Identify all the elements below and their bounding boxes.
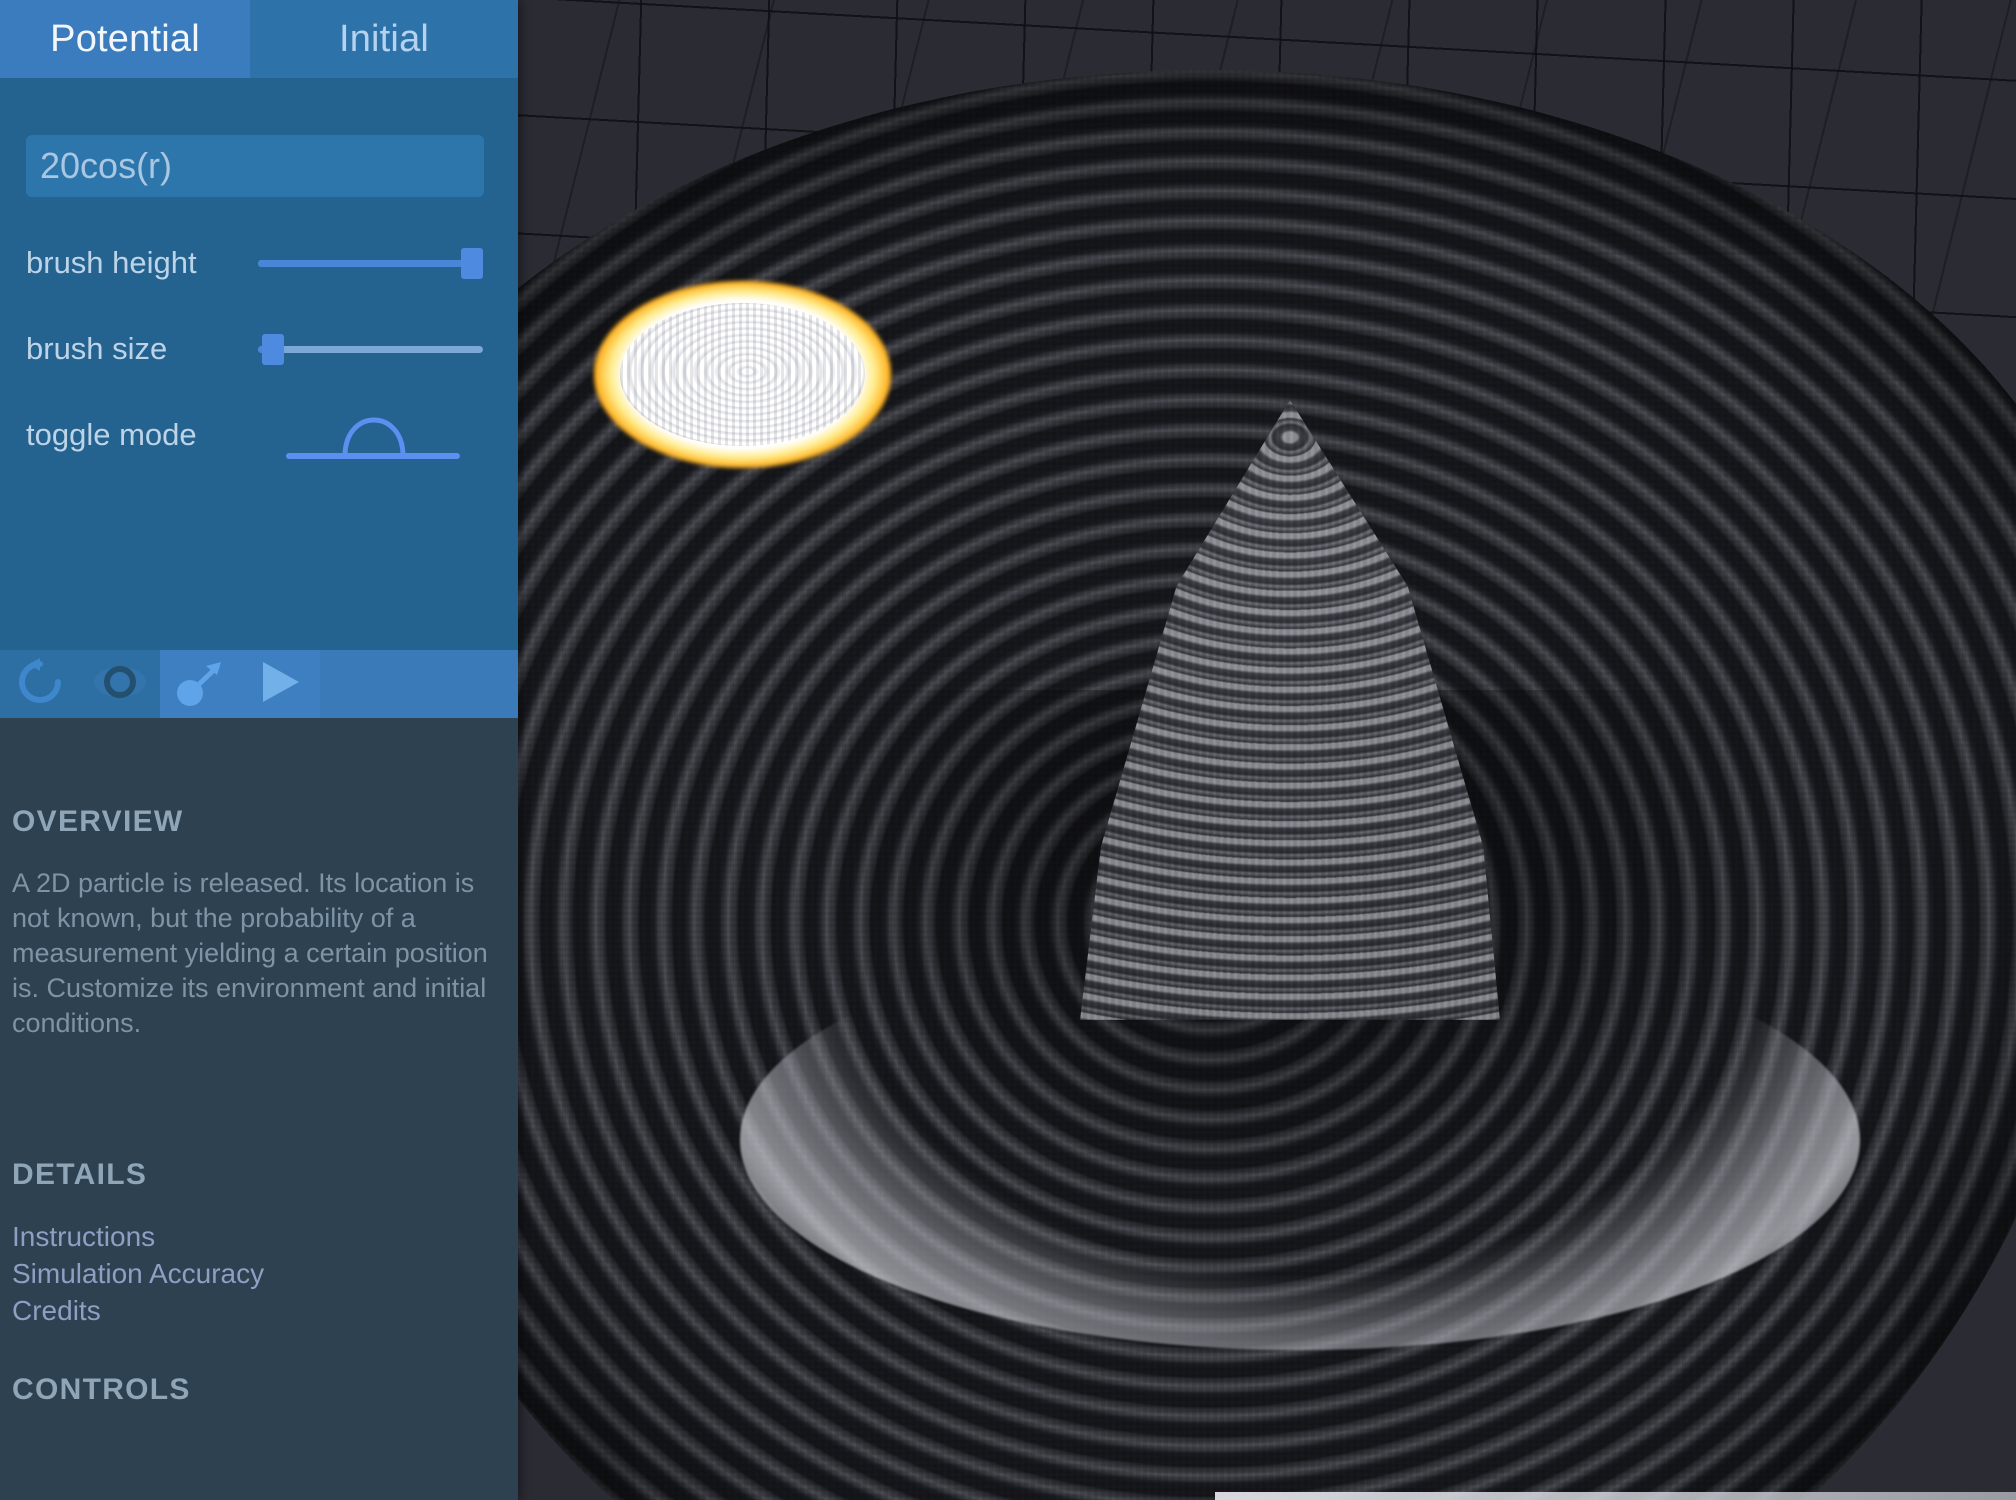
wave-packet-core xyxy=(620,303,865,446)
wave-packet-blob[interactable] xyxy=(594,281,891,468)
overview-text: A 2D particle is released. Its location … xyxy=(12,868,488,1038)
velocity-icon xyxy=(173,655,227,714)
potential-equation-input[interactable] xyxy=(26,135,484,197)
brush-height-fill xyxy=(258,260,472,267)
control-panel: Potential Initial brush height brush xyxy=(0,0,518,718)
measure-icon xyxy=(92,659,148,710)
brush-size-knob[interactable] xyxy=(262,334,285,365)
tab-initial-label: Initial xyxy=(338,17,430,60)
brush-height-knob[interactable] xyxy=(461,248,483,279)
brush-height-row: brush height xyxy=(0,233,518,293)
action-button-bar xyxy=(0,650,518,718)
brush-height-label: brush height xyxy=(26,245,197,280)
toggle-mode-label: toggle mode xyxy=(26,417,197,452)
potential-surface-wrapper xyxy=(300,70,2016,1500)
tab-potential-label: Potential xyxy=(50,17,200,60)
velocity-button[interactable] xyxy=(160,650,240,718)
measure-button[interactable] xyxy=(80,650,160,718)
link-instructions[interactable]: Instructions xyxy=(12,1218,264,1255)
brush-size-label: brush size xyxy=(26,331,168,366)
reset-icon xyxy=(14,656,66,713)
brush-size-track[interactable] xyxy=(258,346,483,353)
details-heading: DETAILS xyxy=(12,1158,148,1191)
brush-size-slider[interactable] xyxy=(258,319,483,379)
reset-button[interactable] xyxy=(0,650,80,718)
play-button[interactable] xyxy=(240,650,320,718)
sidebar: Potential Initial brush height brush xyxy=(0,0,518,1500)
brush-height-slider[interactable] xyxy=(258,233,483,293)
tab-initial[interactable]: Initial xyxy=(250,0,518,78)
link-credits[interactable]: Credits xyxy=(12,1292,264,1329)
details-link-list: Instructions Simulation Accuracy Credits xyxy=(12,1218,264,1329)
quantum-simulator-app: Potential Initial brush height brush xyxy=(0,0,2016,1500)
controls-heading: CONTROLS xyxy=(12,1373,191,1406)
info-panel: OVERVIEW A 2D particle is released. Its … xyxy=(0,718,518,1500)
brush-size-row: brush size xyxy=(0,319,518,379)
link-simulation-accuracy[interactable]: Simulation Accuracy xyxy=(12,1255,264,1292)
overview-heading: OVERVIEW xyxy=(12,805,184,838)
action-bar-filler xyxy=(320,650,518,718)
gaussian-bump-icon[interactable] xyxy=(285,398,461,464)
play-icon xyxy=(257,658,303,711)
wave-packet-dither xyxy=(620,303,865,446)
viewport-bottom-band xyxy=(1215,1492,2016,1500)
tab-bar: Potential Initial xyxy=(0,0,518,78)
tab-potential[interactable]: Potential xyxy=(0,0,250,78)
